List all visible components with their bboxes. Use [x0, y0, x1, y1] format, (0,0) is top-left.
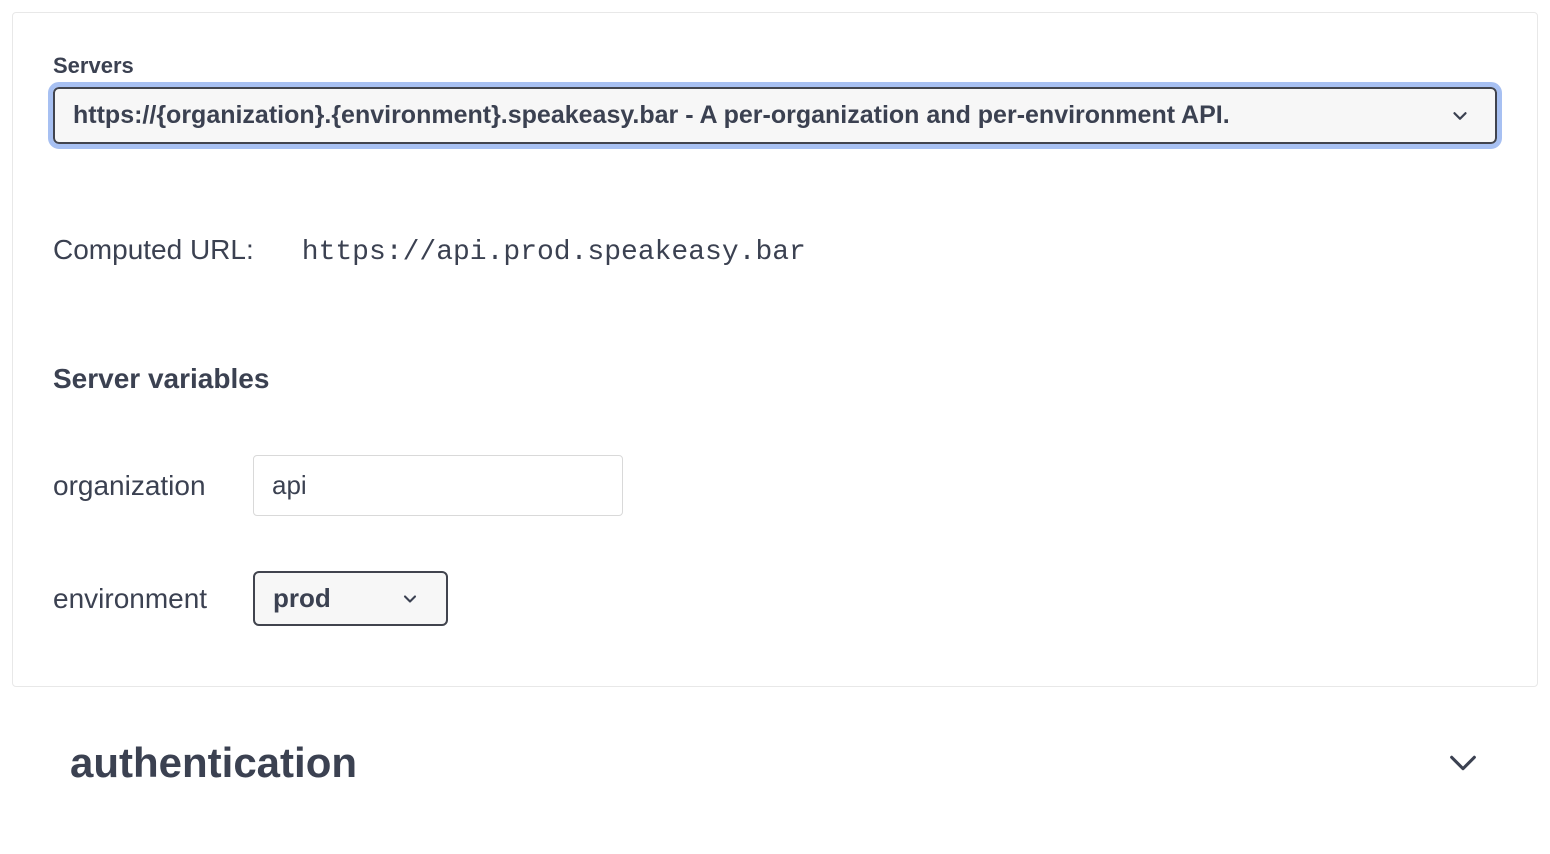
chevron-down-icon	[1446, 746, 1480, 780]
organization-row: organization	[53, 455, 1497, 516]
servers-panel: Servers https://{organization}.{environm…	[12, 12, 1538, 687]
chevron-down-icon	[400, 589, 420, 609]
authentication-title: authentication	[70, 739, 357, 787]
chevron-down-icon	[1449, 105, 1471, 127]
server-variables-heading: Server variables	[53, 363, 1497, 395]
environment-row: environment prod	[53, 571, 1497, 626]
organization-input[interactable]	[253, 455, 623, 516]
authentication-section-header[interactable]: authentication	[0, 699, 1550, 797]
servers-label: Servers	[53, 53, 1497, 79]
organization-label: organization	[53, 470, 253, 502]
server-select-value: https://{organization}.{environment}.spe…	[73, 101, 1230, 130]
environment-select-value: prod	[273, 583, 331, 614]
computed-url-label: Computed URL:	[53, 234, 254, 266]
computed-url-value: https://api.prod.speakeasy.bar	[302, 237, 806, 268]
environment-label: environment	[53, 583, 253, 615]
computed-url-row: Computed URL: https://api.prod.speakeasy…	[53, 234, 1497, 268]
server-select[interactable]: https://{organization}.{environment}.spe…	[53, 87, 1497, 144]
environment-select[interactable]: prod	[253, 571, 448, 626]
environment-select-wrap: prod	[253, 571, 448, 626]
